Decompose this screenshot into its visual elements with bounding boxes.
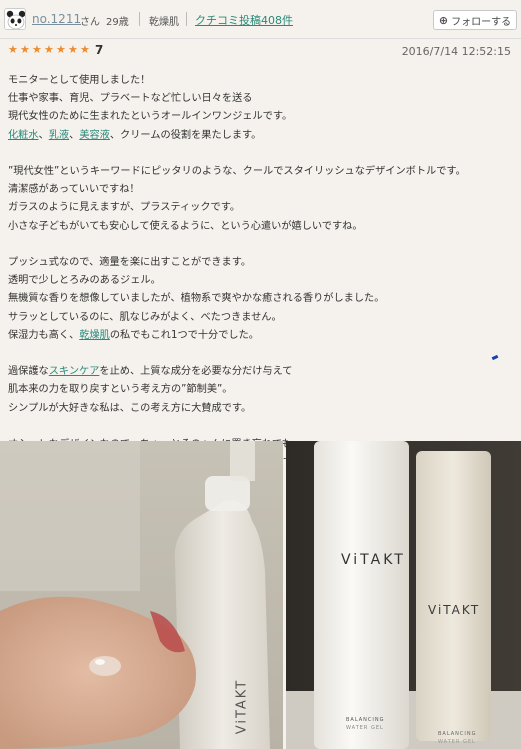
star-icon: ★ xyxy=(56,43,66,56)
review-line: 肌本来の力を取り戻すという考え方の”節制美”。 xyxy=(8,381,513,399)
user-age: 29歳 xyxy=(106,17,129,28)
review-line: 保湿力も高く、乾燥肌の私でもこれ1つで十分でした。 xyxy=(8,327,513,345)
review-text: シンプルが大好きな私は、この考え方に大賛成です。 xyxy=(8,402,252,414)
header-divider xyxy=(0,38,521,39)
keyword-link[interactable]: 化粧水 xyxy=(8,130,39,141)
bottle-sub2-right: WATER GEL xyxy=(438,739,476,745)
review-line: モニターとして使用しました！ xyxy=(8,72,513,90)
review-body: モニターとして使用しました！ 仕事や家事、育児、プラベートなど忙しい日々を送る現代… xyxy=(8,72,513,472)
review-line: プッシュ式なので、適量を楽に出すことができます。 xyxy=(8,254,513,272)
bottle-sub-left: BALANCING xyxy=(346,717,385,723)
review-line: 透明で少しとろみのあるジェル。 xyxy=(8,272,513,290)
review-text: 透明で少しとろみのあるジェル。 xyxy=(8,275,161,287)
review-line: ガラスのように見えますが、プラスティックです。 xyxy=(8,199,513,217)
review-text: 、 xyxy=(69,129,80,141)
review-text: 現代女性のために生まれたというオールインワンジェルです。 xyxy=(8,111,293,123)
review-card: no.1211 さん 29歳 乾燥肌 クチコミ投稿408件 ⊕ フォローする ★… xyxy=(0,0,521,749)
keyword-link[interactable]: 美容液 xyxy=(79,130,110,141)
panda-avatar-icon xyxy=(5,9,25,29)
divider xyxy=(186,12,187,26)
review-text: 仕事や家事、育児、プラベートなど忙しい日々を送る xyxy=(8,93,253,105)
review-line: 清潔感があっていいですね！ xyxy=(8,181,513,199)
review-line: 現代女性のために生まれたというオールインワンジェルです。 xyxy=(8,108,513,126)
star-icon: ★ xyxy=(44,43,54,56)
bottle-brand-text: ViTAKT xyxy=(234,678,250,735)
review-line: ”現代女性”というキーワードにピッタリのような、クールでスタイリッシュなデザイン… xyxy=(8,163,513,181)
bottle-sub2-left: WATER GEL xyxy=(346,725,384,731)
plus-icon: ⊕ xyxy=(438,13,449,27)
star-icon: ★ xyxy=(68,43,78,56)
bottle-sub-right: BALANCING xyxy=(438,731,477,737)
post-date: 2016/7/14 12:52:15 xyxy=(401,45,511,58)
avatar[interactable] xyxy=(4,8,26,30)
review-text: 、クリームの役割を果たします。 xyxy=(109,129,262,141)
divider xyxy=(139,12,140,26)
review-line: サラッとしているのに、肌なじみがよく、べたつきません。 xyxy=(8,309,513,327)
review-line: 化粧水、乳液、美容液、クリームの役割を果たします。 xyxy=(8,127,513,145)
review-line: 無機質な香りを想像していましたが、植物系で爽やかな癒される香りがしました。 xyxy=(8,290,513,308)
star-icon: ★ xyxy=(20,43,30,56)
review-text: 清潔感があっていいですね！ xyxy=(8,184,140,196)
review-text: 保湿力も高く、 xyxy=(8,329,80,341)
review-photo-2[interactable]: ViTAKT ViTAKT BALANCING WATER GEL BALANC… xyxy=(286,441,521,749)
review-text: サラッとしているのに、肌なじみがよく、べたつきません。 xyxy=(8,311,282,323)
star-icon: ★ xyxy=(80,43,90,56)
review-text: 過保護な xyxy=(8,366,49,378)
review-text: モニターとして使用しました！ xyxy=(8,75,151,86)
user-suffix: さん xyxy=(80,17,100,28)
follow-label: フォローする xyxy=(451,16,512,28)
bottle-brand-left: ViTAKT xyxy=(341,552,406,568)
review-line: 仕事や家事、育児、プラベートなど忙しい日々を送る xyxy=(8,90,513,108)
review-text: プッシュ式なので、適量を楽に出すことができます。 xyxy=(8,257,252,268)
review-text: 、 xyxy=(38,129,49,141)
follow-button[interactable]: ⊕ フォローする xyxy=(433,10,517,30)
bottles-photo xyxy=(286,441,521,749)
bottle-brand-right: ViTAKT xyxy=(428,603,481,617)
review-text: 肌本来の力を取り戻すという考え方の”節制美”。 xyxy=(8,384,233,396)
review-text: の私でもこれ1つで十分でした。 xyxy=(109,329,259,341)
review-text: 無機質な香りを想像していましたが、植物系で爽やかな癒される香りがしました。 xyxy=(8,293,385,305)
review-photo-1[interactable]: ViTAKT xyxy=(0,441,283,749)
review-text: ”現代女性”というキーワードにピッタリのような、クールでスタイリッシュなデザイン… xyxy=(8,166,466,177)
keyword-link[interactable]: 乾燥肌 xyxy=(79,330,110,341)
keyword-link[interactable]: 乳液 xyxy=(49,130,69,141)
user-name-link[interactable]: no.1211 xyxy=(32,12,81,26)
review-text: ガラスのように見えますが、プラスティックです。 xyxy=(8,202,241,214)
review-line: 過保護なスキンケアを止め、上質な成分を必要な分だけ与えて xyxy=(8,363,513,381)
review-line: シンプルが大好きな私は、この考え方に大賛成です。 xyxy=(8,400,513,418)
star-icon: ★ xyxy=(32,43,42,56)
review-text: 小さな子どもがいても安心して使えるように、という心遣いが嬉しいですね。 xyxy=(8,220,363,232)
rating-value: 7 xyxy=(95,43,104,57)
star-icon: ★ xyxy=(8,43,18,56)
review-header: no.1211 さん 29歳 乾燥肌 クチコミ投稿408件 ⊕ フォローする xyxy=(0,0,521,38)
keyword-link[interactable]: スキンケア xyxy=(49,366,100,377)
rating-stars: ★ ★ ★ ★ ★ ★ ★ xyxy=(8,44,91,55)
review-text: を止め、上質な成分を必要な分だけ与えて xyxy=(99,366,293,378)
review-line: 小さな子どもがいても安心して使えるように、という心遣いが嬉しいですね。 xyxy=(8,218,513,236)
skin-type: 乾燥肌 xyxy=(149,17,179,28)
review-count-link[interactable]: クチコミ投稿408件 xyxy=(195,12,293,28)
